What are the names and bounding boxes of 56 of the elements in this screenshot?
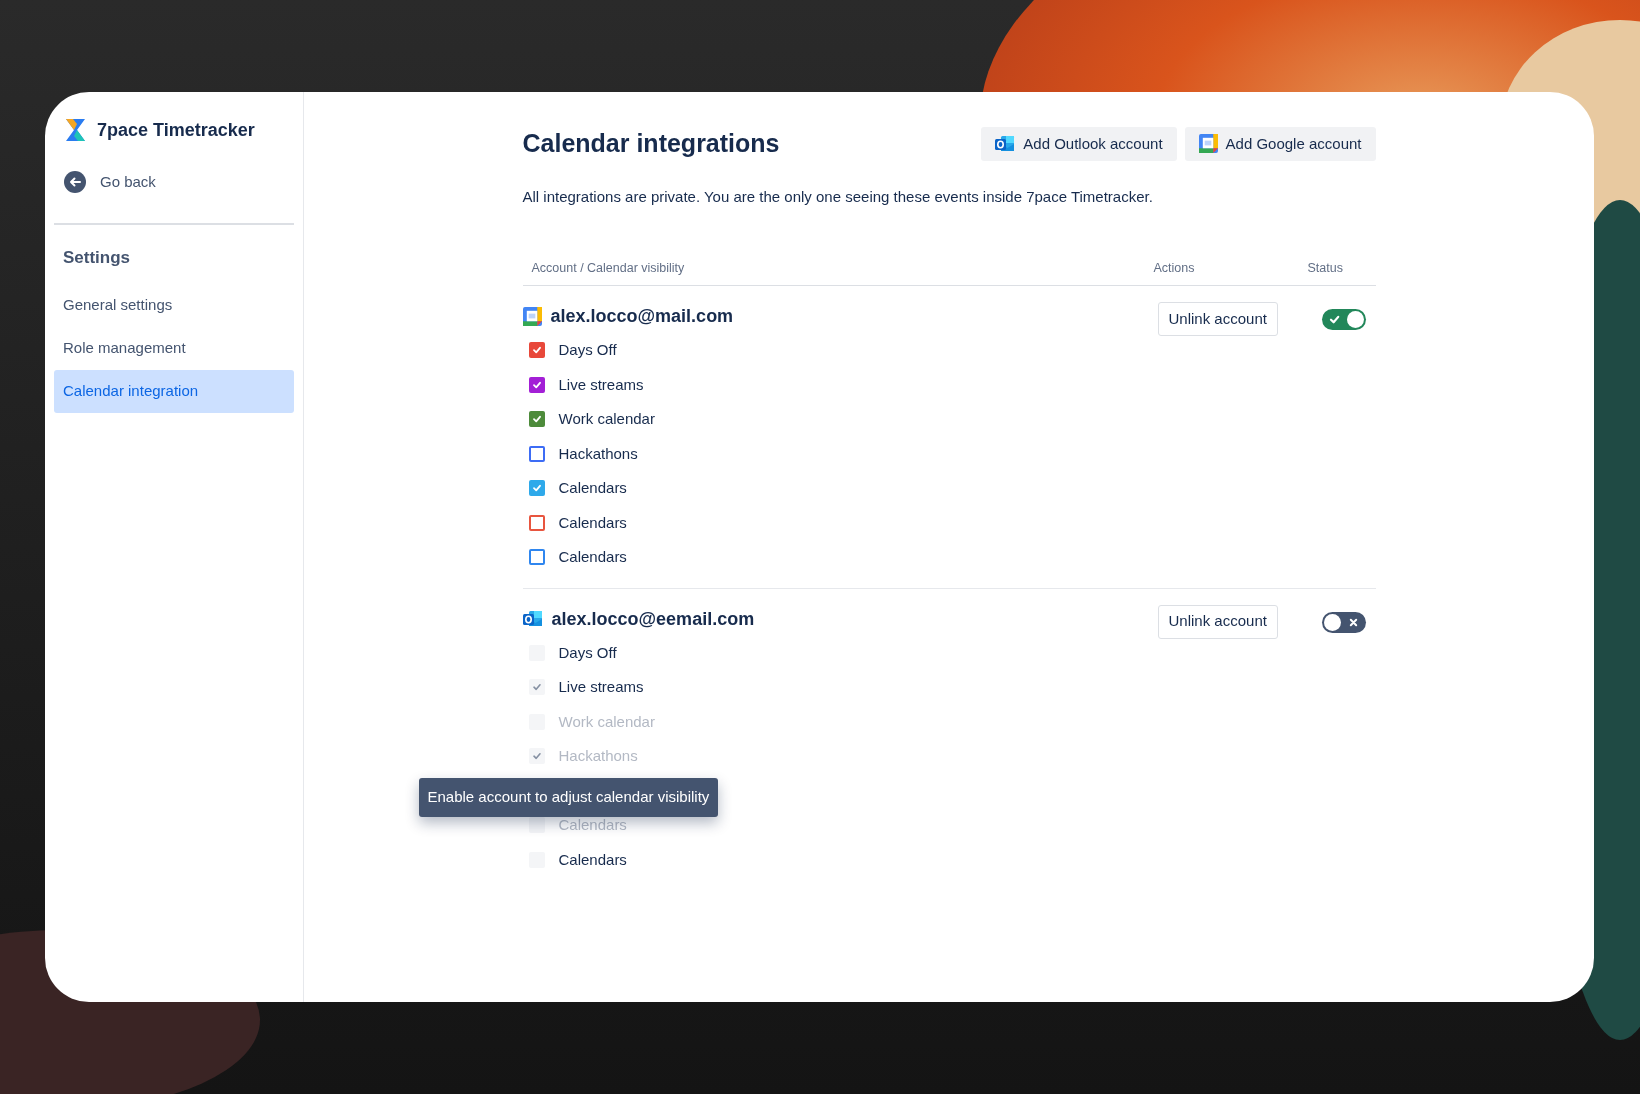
logo-icon [66,119,85,141]
account-email: alex.locco@eemail.com [551,607,755,631]
checkbox[interactable] [528,549,545,566]
unlink-account-button[interactable]: Unlink account [1157,302,1278,336]
column-header: Account / Calendar visibility [531,260,685,275]
status-toggle[interactable] [1321,309,1366,330]
mail-app-icon [522,609,543,629]
checkbox[interactable] [528,411,545,428]
check-icon [531,345,542,356]
sidebar-item[interactable]: Calendar integration [54,369,294,413]
close-icon [1348,617,1358,627]
add-account-button[interactable]: Add Outlook account [981,126,1177,161]
calendar-label: Live streams [558,677,644,697]
checkbox[interactable] [528,445,545,462]
sidebar-item[interactable]: Role management [54,326,294,370]
calendar-label: Hackathons [558,746,638,766]
calendar-label: Calendars [558,512,627,533]
calendar-label: Work calendar [558,711,655,732]
tooltip: Enable account to adjust calendar visibility [418,777,719,817]
go-back-link[interactable]: Go back [64,170,156,194]
check-icon [531,682,542,693]
checkbox[interactable] [528,480,545,497]
add-account-button[interactable]: Add Google account [1184,126,1376,161]
section-title: Settings [62,247,132,269]
checkbox[interactable] [528,748,545,765]
check-icon [531,414,542,425]
check-icon [531,751,542,762]
status-toggle[interactable] [1321,611,1366,633]
check-icon [1328,314,1340,325]
calendar-label: Work calendar [558,409,655,429]
calendar-label: Days Off [558,340,617,360]
calendar-label: Calendars [558,547,627,567]
checkbox[interactable] [528,376,545,393]
calendar-label: Calendars [558,849,627,870]
calendar-label: Live streams [558,374,644,395]
checkbox[interactable] [528,514,545,531]
column-header: Actions [1153,260,1195,275]
checkbox[interactable] [528,817,545,834]
calendar-icon [1198,134,1218,154]
account-email: alex.locco@mail.com [550,305,734,328]
description-text: All integrations are private. You are the only one seeing these events inside 7pace Timetracker. [522,186,1154,207]
checkbox[interactable] [528,679,545,696]
calendar-label: Hackathons [558,443,638,464]
mail-app-icon [995,133,1016,154]
sidebar-item[interactable]: General settings [54,283,294,327]
calendar-label: Days Off [558,642,617,663]
calendar-label: Calendars [558,478,627,498]
calendar-icon [522,307,542,326]
page-title: Calendar integrations [522,128,780,159]
app-name: 7pace Timetracker [97,118,255,142]
unlink-account-button[interactable]: Unlink account [1157,604,1278,639]
check-icon [531,379,542,390]
calendar-label: Calendars [558,815,627,835]
column-header: Status [1307,260,1343,275]
checkbox[interactable] [528,342,545,359]
check-icon [531,483,542,494]
